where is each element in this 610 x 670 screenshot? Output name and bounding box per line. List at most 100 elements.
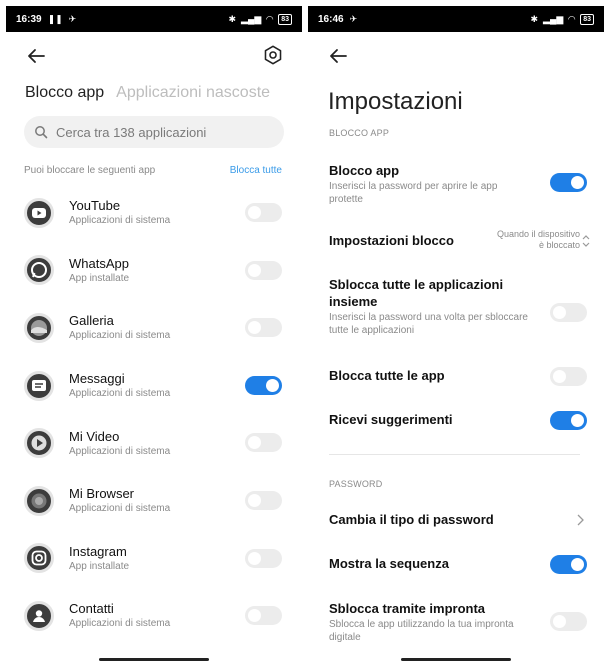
lock-all-link[interactable]: Blocca tutte bbox=[230, 165, 282, 176]
back-arrow-icon[interactable] bbox=[326, 44, 350, 68]
status-time: 16:46 bbox=[318, 13, 344, 25]
app-name: Contatti bbox=[69, 601, 114, 617]
tab-app-lock[interactable]: Blocco app bbox=[25, 84, 104, 102]
setting-title: Sblocca tutte le applicazioni insieme bbox=[329, 277, 504, 309]
setting-title: Sblocca tramite impronta bbox=[329, 601, 486, 616]
setting-value-line2: è bloccato bbox=[538, 240, 580, 250]
setting-suggestions[interactable]: Ricevi suggerimenti bbox=[308, 405, 604, 435]
signal-icon: ▂▄▆ bbox=[543, 13, 564, 24]
battery-icon: 83 bbox=[278, 13, 292, 25]
setting-lock-settings[interactable]: Impostazioni blocco Quando il dispositiv… bbox=[308, 226, 604, 256]
app-category: Applicazioni di sistema bbox=[69, 618, 171, 630]
page-title: Impostazioni bbox=[328, 88, 463, 115]
status-bar: 16:39 ❚❚ ✈ ✱ ▂▄▆ ◠ 83 bbox=[6, 6, 302, 32]
lock-toggle-messaggi[interactable] bbox=[245, 375, 282, 395]
section-label-password: PASSWORD bbox=[329, 479, 383, 489]
app-category: App installate bbox=[69, 560, 130, 572]
gesture-bar[interactable] bbox=[99, 658, 209, 661]
chevron-right-icon bbox=[577, 514, 584, 526]
app-name: WhatsApp bbox=[69, 255, 129, 271]
wifi-icon: ◠ bbox=[568, 13, 576, 24]
top-bar bbox=[6, 32, 302, 78]
lock-toggle-whatsapp[interactable] bbox=[245, 260, 282, 280]
setting-unlock-all-together[interactable]: Sblocca tutte le applicazioni insieme In… bbox=[308, 276, 604, 337]
bluetooth-icon: ✱ bbox=[530, 13, 539, 24]
lock-toggle-mi-browser[interactable] bbox=[245, 490, 282, 510]
top-bar bbox=[308, 32, 604, 78]
app-name: YouTube bbox=[69, 198, 121, 214]
battery-icon: 83 bbox=[580, 13, 594, 25]
section-label-app-lock: BLOCCO APP bbox=[329, 128, 390, 138]
app-row-contatti[interactable]: Contatti Applicazioni di sistema bbox=[6, 587, 302, 645]
setting-title: Ricevi suggerimenti bbox=[329, 412, 453, 427]
browser-icon bbox=[24, 485, 54, 516]
app-lock-toggle[interactable] bbox=[550, 173, 587, 192]
fingerprint-toggle[interactable] bbox=[550, 612, 587, 631]
setting-description: Inserisci la password per aprire le app … bbox=[329, 181, 498, 205]
app-name: Mi Video bbox=[69, 428, 120, 444]
app-row-instagram[interactable]: Instagram App installate bbox=[6, 530, 302, 588]
setting-value: Quando il dispositivo è bloccato bbox=[497, 229, 580, 251]
section-password-label-wrap: PASSWORD bbox=[308, 479, 604, 489]
messages-icon bbox=[24, 370, 54, 401]
search-input[interactable]: Cerca tra 138 applicazioni bbox=[24, 116, 284, 148]
lock-toggle-instagram[interactable] bbox=[245, 548, 282, 568]
app-category: Applicazioni di sistema bbox=[69, 388, 171, 400]
show-pattern-toggle[interactable] bbox=[550, 555, 587, 574]
lock-all-toggle[interactable] bbox=[550, 367, 587, 386]
app-row-mi-video[interactable]: Mi Video Applicazioni di sistema bbox=[6, 414, 302, 472]
app-row-galleria[interactable]: Galleria Applicazioni di sistema bbox=[6, 299, 302, 357]
app-category: App installate bbox=[69, 272, 130, 284]
setting-value-line1: Quando il dispositivo bbox=[496, 229, 580, 239]
setting-lock-all-apps[interactable]: Blocca tutte le app bbox=[308, 361, 604, 391]
video-icon bbox=[24, 428, 54, 459]
lock-toggle-youtube[interactable] bbox=[245, 203, 282, 222]
app-lock-list-screen: 16:39 ❚❚ ✈ ✱ ▂▄▆ ◠ 83 Blocco app Applica… bbox=[6, 6, 302, 664]
setting-change-password-type[interactable]: Cambia il tipo di password bbox=[308, 505, 604, 535]
app-category: Applicazioni di sistema bbox=[69, 503, 171, 515]
lock-toggle-mi-video[interactable] bbox=[245, 433, 282, 453]
app-row-mi-browser[interactable]: Mi Browser Applicazioni di sistema bbox=[6, 472, 302, 530]
search-icon bbox=[35, 126, 48, 139]
lock-toggle-galleria[interactable] bbox=[245, 318, 282, 338]
tab-hidden-apps[interactable]: Applicazioni nascoste bbox=[116, 84, 270, 102]
wifi-icon: ◠ bbox=[266, 13, 274, 24]
gesture-bar[interactable] bbox=[401, 658, 511, 661]
bluetooth-icon: ✱ bbox=[228, 13, 237, 24]
app-list: YouTube Applicazioni di sistema WhatsApp… bbox=[6, 184, 302, 645]
settings-screen: 16:46 ✈ ✱ ▂▄▆ ◠ 83 Impostazioni BLOCCO A… bbox=[308, 6, 604, 664]
list-header: Puoi bloccare le seguenti app Blocca tut… bbox=[6, 162, 302, 178]
unlock-all-toggle[interactable] bbox=[550, 303, 587, 322]
setting-title: Blocca tutte le app bbox=[329, 368, 445, 383]
setting-title: Blocco app bbox=[329, 163, 400, 178]
setting-description: Sblocca le app utilizzando la tua impron… bbox=[329, 619, 514, 643]
app-name: Messaggi bbox=[69, 371, 125, 387]
app-name: Galleria bbox=[69, 313, 114, 329]
setting-description: Inserisci la password una volta per sblo… bbox=[329, 312, 528, 336]
setting-show-pattern[interactable]: Mostra la sequenza bbox=[308, 549, 604, 579]
suggestions-toggle[interactable] bbox=[550, 411, 587, 430]
notification-icon: ✈ bbox=[349, 13, 358, 24]
status-time: 16:39 bbox=[16, 13, 42, 25]
chevron-up-down-icon bbox=[582, 235, 590, 247]
app-category: Applicazioni di sistema bbox=[69, 215, 171, 227]
app-name: Mi Browser bbox=[69, 486, 135, 502]
tab-bar: Blocco app Applicazioni nascoste bbox=[6, 78, 302, 108]
app-row-youtube[interactable]: YouTube Applicazioni di sistema bbox=[6, 184, 302, 242]
app-category: Applicazioni di sistema bbox=[69, 330, 171, 342]
app-row-whatsapp[interactable]: WhatsApp App installate bbox=[6, 242, 302, 300]
app-category: Applicazioni di sistema bbox=[69, 445, 171, 457]
notification-icon: ✈ bbox=[68, 13, 77, 24]
section-app-lock-label-wrap: BLOCCO APP bbox=[308, 128, 604, 138]
setting-fingerprint-unlock[interactable]: Sblocca tramite impronta Sblocca le app … bbox=[308, 600, 604, 644]
search-placeholder: Cerca tra 138 applicazioni bbox=[56, 124, 207, 140]
back-arrow-icon[interactable] bbox=[24, 44, 48, 68]
section-divider bbox=[329, 454, 580, 455]
app-name: Instagram bbox=[69, 543, 127, 559]
lock-toggle-contatti[interactable] bbox=[245, 606, 282, 626]
setting-app-lock[interactable]: Blocco app Inserisci la password per apr… bbox=[308, 162, 604, 206]
gear-icon[interactable] bbox=[262, 44, 284, 66]
setting-title: Mostra la sequenza bbox=[329, 556, 449, 571]
app-row-messaggi[interactable]: Messaggi Applicazioni di sistema bbox=[6, 357, 302, 415]
youtube-icon bbox=[24, 197, 54, 228]
